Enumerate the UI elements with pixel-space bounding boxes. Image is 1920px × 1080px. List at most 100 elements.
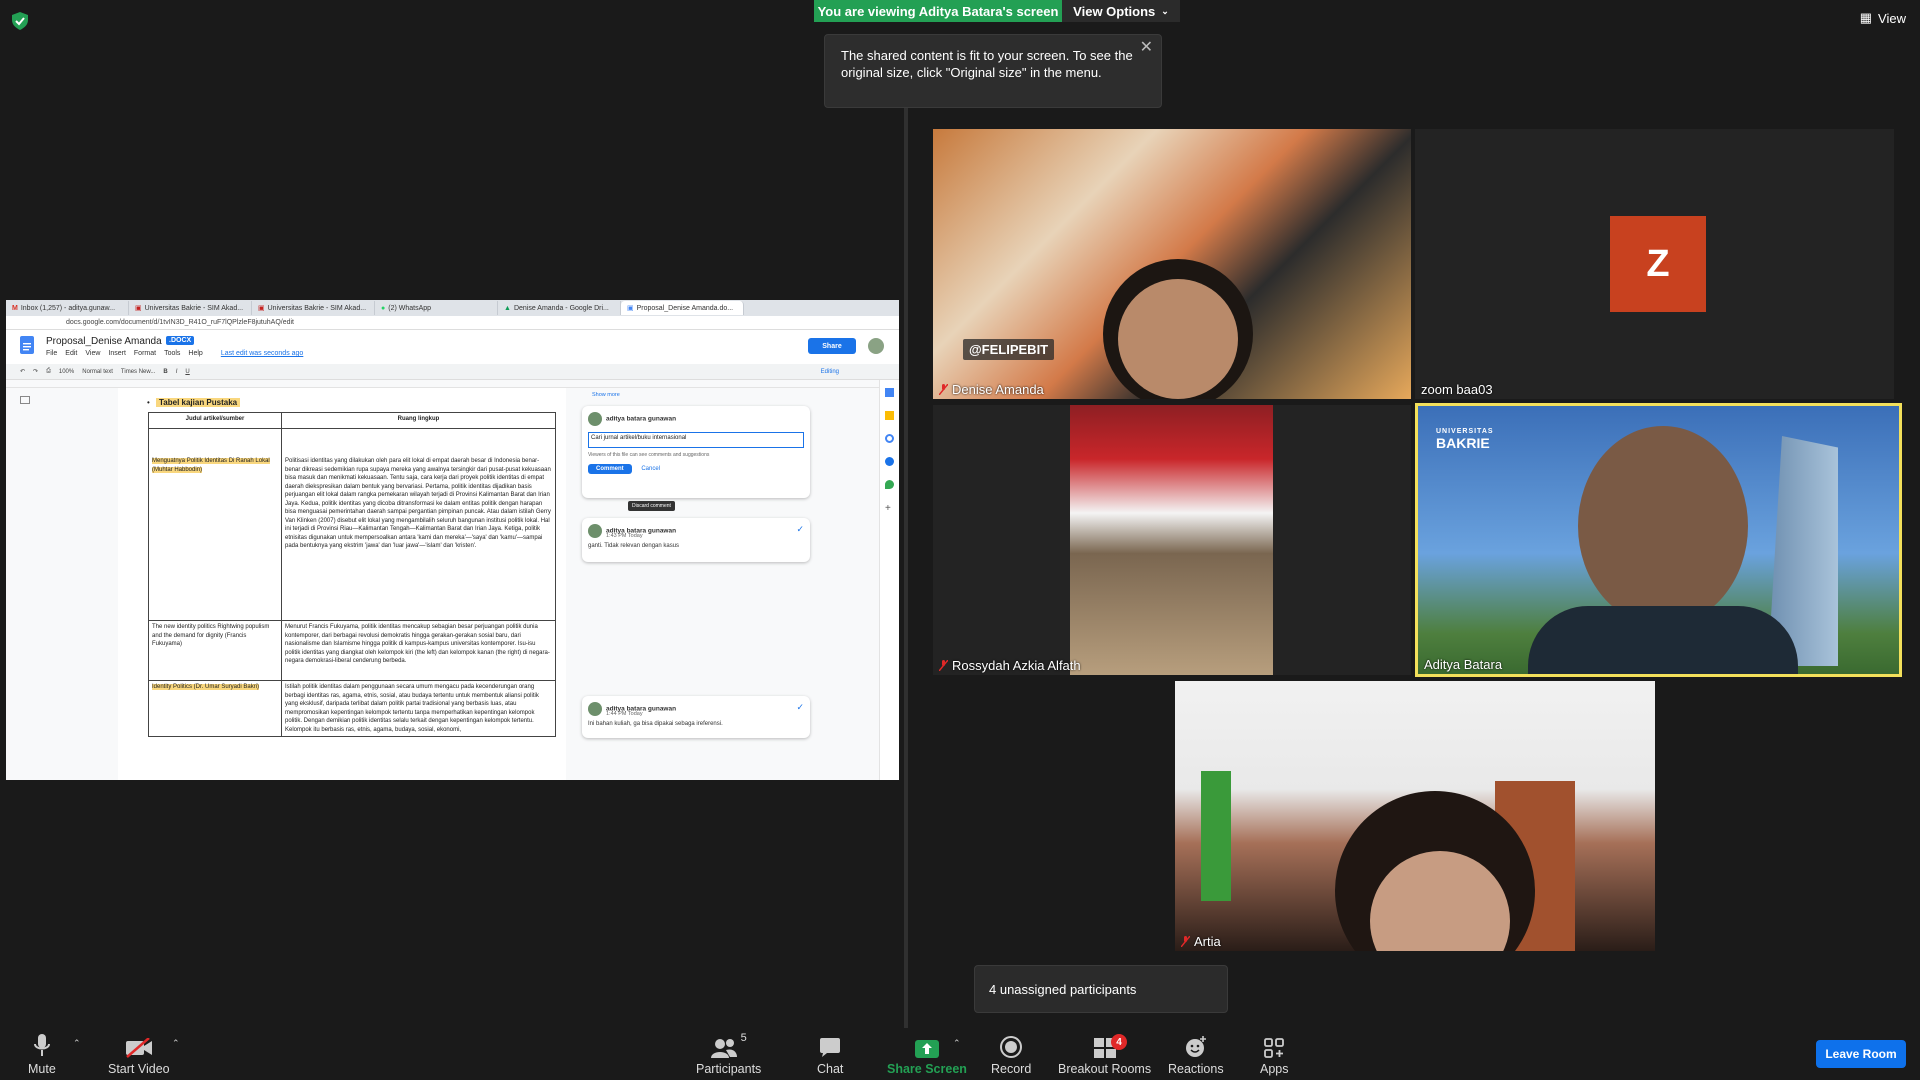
menu-view[interactable]: View (85, 350, 100, 357)
address-bar[interactable]: docs.google.com/document/d/1tvIN3D_R41O_… (6, 316, 899, 330)
breakout-rooms-button[interactable]: Breakout Rooms (1058, 1032, 1151, 1076)
participants-button[interactable]: 5 Participants (696, 1032, 761, 1076)
view-button[interactable]: ▦ View (1860, 10, 1906, 26)
menu-edit[interactable]: Edit (65, 350, 77, 357)
start-video-button[interactable]: Start Video (108, 1032, 170, 1076)
font-select[interactable]: Times New... (121, 369, 155, 375)
bold-icon[interactable]: B (163, 369, 167, 375)
docs-header: Proposal_Denise Amanda .DOCX File Edit V… (6, 330, 899, 364)
add-icon[interactable]: + (885, 503, 894, 514)
video-tile-aditya-active-speaker[interactable]: UNIVERSITAS BAKRIE Aditya Batara (1415, 403, 1902, 677)
browser-tabs: M Inbox (1,257) - aditya.gunaw... ▣ Univer… (6, 300, 899, 316)
url-text: docs.google.com/document/d/1tvIN3D_R41O_… (66, 319, 295, 326)
view-options-button[interactable]: View Options ⌄ (1062, 0, 1180, 22)
editing-mode-select[interactable]: Editing (821, 369, 839, 375)
reactions-button[interactable]: Reactions (1168, 1032, 1224, 1076)
view-options-label: View Options (1073, 3, 1156, 19)
browser-tab-active[interactable]: ▣ Proposal_Denise Amanda.do... (621, 301, 744, 315)
keep-icon[interactable] (885, 411, 894, 420)
contacts-icon[interactable] (885, 457, 894, 466)
maps-icon[interactable] (885, 480, 894, 489)
literature-table: Judul artikel/sumber Ruang lingkup Mengu… (148, 412, 556, 737)
video-tile-denise[interactable]: @FELIPEBIT Denise Amanda (933, 129, 1411, 399)
video-tile-zoom-baa03[interactable]: Z zoom baa03 (1415, 129, 1894, 399)
resolve-check-icon[interactable]: ✓ (796, 524, 804, 535)
ruler[interactable] (6, 380, 899, 388)
share-button[interactable]: Share (808, 338, 856, 354)
menu-tools[interactable]: Tools (164, 350, 180, 357)
menu-file[interactable]: File (46, 350, 57, 357)
docs-icon[interactable] (20, 336, 34, 354)
menu-help[interactable]: Help (188, 350, 202, 357)
view-label: View (1878, 10, 1906, 26)
video-options-caret-icon[interactable]: ⌃ (172, 1038, 180, 1049)
italic-icon[interactable]: I (176, 369, 178, 375)
comment-input[interactable]: Cari jurnal artikel/buku internasional (588, 432, 804, 448)
avatar (588, 412, 602, 426)
menu-format[interactable]: Format (134, 350, 156, 357)
participant-video (1578, 426, 1748, 626)
zoom-select[interactable]: 100% (59, 369, 74, 375)
redo-icon[interactable]: ↷ (33, 368, 38, 375)
table-row: Menguatnya Politik Identitas Di Ranah Lo… (148, 428, 556, 621)
apps-icon (1264, 1038, 1285, 1058)
browser-tab[interactable]: ▣ Universitas Bakrie - SIM Akad... (129, 301, 252, 315)
outline-icon[interactable] (20, 396, 30, 404)
browser-tab[interactable]: ● (2) WhatsApp (375, 301, 498, 315)
browser-tab[interactable]: ▲ Denise Amanda - Google Dri... (498, 301, 621, 315)
apps-button[interactable]: Apps (1260, 1032, 1289, 1076)
chat-icon (820, 1038, 841, 1057)
unassigned-participants-popup[interactable]: 4 unassigned participants (974, 965, 1228, 1013)
cancel-button[interactable]: Cancel (641, 466, 660, 472)
resolve-check-icon[interactable]: ✓ (796, 702, 804, 713)
account-avatar[interactable] (868, 338, 884, 354)
bakrie-logo: UNIVERSITAS BAKRIE (1436, 428, 1494, 451)
table-header: Judul artikel/sumber (148, 412, 282, 429)
doc-heading: Tabel kajian Pustaka (156, 398, 241, 407)
browser-tab[interactable]: M Inbox (1,257) - aditya.gunaw... (6, 301, 129, 315)
comment-thread[interactable]: aditya batara gunawan ✓ 1:43 PM Today ga… (582, 518, 810, 562)
mute-button[interactable]: Mute (28, 1032, 56, 1076)
participant-shirt (1528, 606, 1798, 674)
doc-title[interactable]: Proposal_Denise Amanda (46, 336, 162, 347)
share-options-caret-icon[interactable]: ⌃ (953, 1038, 961, 1049)
print-icon[interactable]: ⎙ (46, 368, 51, 375)
calendar-icon[interactable] (885, 388, 894, 397)
tasks-icon[interactable] (885, 434, 894, 443)
underline-icon[interactable]: U (185, 369, 189, 375)
comment-text: Ini bahan kuliah, ga bisa dipakai sebaga… (588, 721, 723, 727)
comment-thread[interactable]: aditya batara gunawan ✓ 1:44 PM Today In… (582, 696, 810, 738)
style-select[interactable]: Normal text (82, 369, 113, 375)
share-screen-icon (914, 1040, 939, 1058)
comment-header: aditya batara gunawan (588, 412, 804, 426)
table-cell: Istilah politik identitas dalam pengguna… (281, 680, 556, 737)
undo-icon[interactable]: ↶ (20, 368, 25, 375)
mic-muted-icon (1181, 936, 1190, 947)
menu-insert[interactable]: Insert (108, 350, 126, 357)
participant-name: Artia (1181, 934, 1221, 949)
video-tile-artia[interactable]: Artia (1175, 681, 1655, 951)
security-shield-icon[interactable] (12, 12, 28, 30)
docx-badge: .DOCX (166, 336, 195, 345)
comment-button[interactable]: Comment (588, 464, 632, 474)
viewing-screen-banner: You are viewing Aditya Batara's screen (814, 0, 1062, 22)
chat-button[interactable]: Chat (817, 1032, 843, 1076)
draft-comment: aditya batara gunawan Cari jurnal artike… (582, 406, 810, 498)
record-button[interactable]: Record (991, 1032, 1031, 1076)
last-edit-link[interactable]: Last edit was seconds ago (221, 350, 304, 357)
participant-name: Rossydah Azkia Alfath (939, 658, 1081, 673)
comment-time: 1:44 PM Today (606, 711, 643, 717)
show-more-link[interactable]: Show more (592, 392, 620, 398)
share-screen-label: Share Screen (887, 1062, 967, 1076)
avatar (588, 702, 602, 716)
shared-screen[interactable]: M Inbox (1,257) - aditya.gunaw... ▣ Univer… (6, 300, 899, 780)
leave-room-button[interactable]: Leave Room (1816, 1040, 1906, 1068)
audio-options-caret-icon[interactable]: ⌃ (73, 1038, 81, 1049)
close-icon[interactable]: ✕ (1140, 39, 1153, 56)
video-tile-rossydah[interactable]: Rossydah Azkia Alfath (933, 405, 1411, 675)
split-divider[interactable] (904, 108, 908, 1028)
microphone-icon (33, 1034, 50, 1056)
participants-icon (710, 1039, 737, 1058)
browser-tab[interactable]: ▣ Universitas Bakrie - SIM Akad... (252, 301, 375, 315)
record-label: Record (991, 1062, 1032, 1076)
